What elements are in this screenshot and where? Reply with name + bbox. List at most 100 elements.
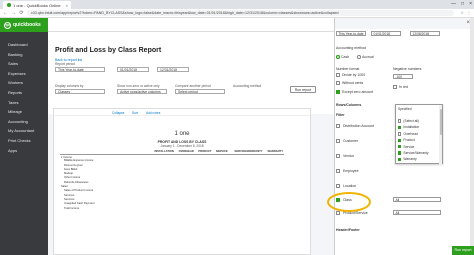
except-zero-checkbox[interactable] (336, 90, 340, 94)
minimize-icon[interactable]: — (451, 1, 456, 7)
dropdown-option[interactable]: Product (398, 138, 415, 142)
run-report-button[interactable]: Run report (290, 86, 316, 93)
quickbooks-favicon-icon (7, 3, 11, 7)
customize-run-report-button[interactable]: Run report (452, 246, 474, 255)
browser-menu-icon[interactable]: ⋮ (467, 10, 471, 15)
filter-checkbox-vendor[interactable] (336, 154, 340, 158)
option-checkbox[interactable] (398, 119, 402, 123)
dropdown-option[interactable]: Service/Warranty (398, 151, 429, 155)
report-table: INSTALLATION OVERHEAD PRODUCT SERVICE SE… (60, 150, 284, 210)
browser-tab[interactable]: 1 one - QuickBooks Online × (3, 1, 71, 9)
maximize-icon[interactable]: □ (461, 1, 464, 7)
filter-checkbox-customer[interactable] (336, 139, 340, 143)
url-field[interactable]: c33.qbo.intuit.com/app/reportv2?token=PA… (27, 10, 454, 16)
add-notes-link[interactable]: Add notes (146, 111, 160, 115)
cell-value (229, 206, 264, 210)
sort-link[interactable]: Sort (132, 111, 138, 115)
option-checkbox[interactable] (398, 145, 402, 149)
option-checkbox[interactable] (398, 132, 402, 136)
sidebar-item-workers[interactable]: Workers (0, 78, 48, 88)
in-red-checkbox[interactable] (393, 85, 397, 89)
display-columns-select[interactable]: Classes (55, 89, 105, 94)
sidebar-item-taxes[interactable]: Taxes (0, 98, 48, 108)
to-date-input[interactable]: 12/08/2018 (410, 31, 440, 36)
filter-label-employee: Employee (343, 169, 359, 173)
from-date-input[interactable]: 01/01/2018 (371, 31, 401, 36)
sidebar-item-mileage[interactable]: Mileage (0, 107, 48, 117)
option-label: Warranty (403, 157, 417, 162)
sidebar-item-reports[interactable]: Reports (0, 88, 48, 98)
show-nonzero-select[interactable]: Active rows/active columns (117, 89, 167, 94)
filter-label-customer: Customer (343, 139, 359, 143)
option-checkbox[interactable] (398, 138, 402, 142)
sidebar-item-banking[interactable]: Banking (0, 50, 48, 60)
report-period-select[interactable]: This Year-to-date (55, 67, 105, 72)
option-label: Product (403, 138, 415, 143)
negative-format-select[interactable]: -100 (393, 74, 413, 79)
dropdown-scrollbar[interactable] (439, 105, 442, 165)
accrual-radio[interactable] (357, 55, 361, 59)
class-dropdown-list[interactable]: Specified (Select all) Installation Overhe… (395, 104, 443, 165)
row-label: Total Income (64, 206, 80, 210)
browser-address-bar: ← → ⟳ c33.qbo.intuit.com/app/reportv2?to… (0, 9, 474, 18)
cell-value (175, 206, 195, 210)
window-close-icon[interactable]: × (469, 1, 472, 7)
header-footer-section[interactable]: Header/Footer (336, 228, 360, 232)
browser-extensions: ☆ ⋮ (460, 10, 471, 15)
dropdown-title: Specified (398, 107, 412, 111)
option-label: Service (403, 144, 415, 149)
customize-header (335, 18, 474, 29)
quickbooks-logo[interactable]: qb quickbooks (0, 18, 48, 32)
dropdown-option[interactable]: Warranty (398, 157, 417, 161)
compare-period-select[interactable]: Select period (175, 89, 225, 94)
period-select[interactable]: This Year-to-date (336, 31, 366, 36)
without-cents-checkbox[interactable] (336, 81, 340, 85)
reload-icon[interactable]: ⟳ (19, 10, 24, 16)
sidebar-item-sales[interactable]: Sales (0, 59, 48, 69)
report-row[interactable]: Total Income (60, 206, 284, 210)
negative-numbers-title: Negative numbers (393, 67, 422, 71)
option-checkbox[interactable] (398, 125, 402, 130)
option-label: Overhead (403, 131, 418, 136)
collapse-link[interactable]: Collapse (112, 111, 124, 115)
divide-1000-checkbox[interactable] (336, 73, 340, 77)
sidebar-item-my-accountant[interactable]: My Accountant (0, 126, 48, 136)
to-date-field[interactable]: 12/31/2018 (157, 67, 189, 72)
top-strip (48, 18, 334, 32)
report-toolbar: Collapse Sort Add notes (54, 109, 310, 116)
option-checkbox[interactable] (398, 157, 402, 162)
sidebar-item-accounting[interactable]: Accounting (0, 117, 48, 127)
sidebar-item-print-checks[interactable]: Print Checks (0, 136, 48, 146)
back-icon[interactable]: ← (3, 10, 8, 16)
sidebar-item-dashboard[interactable]: Dashboard (0, 40, 48, 50)
dropdown-option[interactable]: Installation (398, 125, 419, 129)
company-name: 1 one (174, 131, 190, 137)
option-label: (Select all) (403, 119, 419, 123)
sidebar-item-expenses[interactable]: Expenses (0, 69, 48, 79)
filter-checkbox-location[interactable] (336, 184, 340, 188)
filter-label-location: Location (343, 184, 357, 188)
from-date-field[interactable]: 01/01/2018 (117, 67, 149, 72)
cash-label: Cash (341, 55, 350, 59)
compare-period-label: Compare another period (175, 84, 211, 88)
class-filter-select[interactable]: All (393, 197, 441, 202)
sidebar-item-apps[interactable]: Apps (0, 146, 48, 156)
option-checkbox[interactable] (398, 151, 402, 155)
rows-columns-section[interactable]: Rows/Columns (336, 103, 361, 107)
accounting-method-title: Accounting method (336, 46, 366, 50)
filter-checkbox-distribution-account[interactable] (336, 124, 340, 128)
filter-checkbox-product-service[interactable] (336, 211, 340, 215)
filter-checkbox-employee[interactable] (336, 169, 340, 173)
panel-scrollbar[interactable] (470, 18, 474, 255)
bookmark-star-icon[interactable]: ☆ (460, 10, 464, 15)
dropdown-scroll-thumb[interactable] (439, 109, 442, 135)
report-date-range: January 1 - December 5, 2018 (160, 144, 204, 148)
tab-close-icon[interactable]: × (66, 3, 68, 8)
filter-section[interactable]: Filter (336, 113, 345, 117)
forward-icon[interactable]: → (11, 10, 16, 16)
dropdown-option[interactable]: Service (398, 145, 414, 149)
dropdown-option[interactable]: (Select all) (398, 119, 419, 123)
product-service-filter-select[interactable]: All (393, 210, 441, 215)
cash-radio[interactable] (336, 55, 340, 59)
dropdown-option[interactable]: Overhead (398, 132, 418, 136)
